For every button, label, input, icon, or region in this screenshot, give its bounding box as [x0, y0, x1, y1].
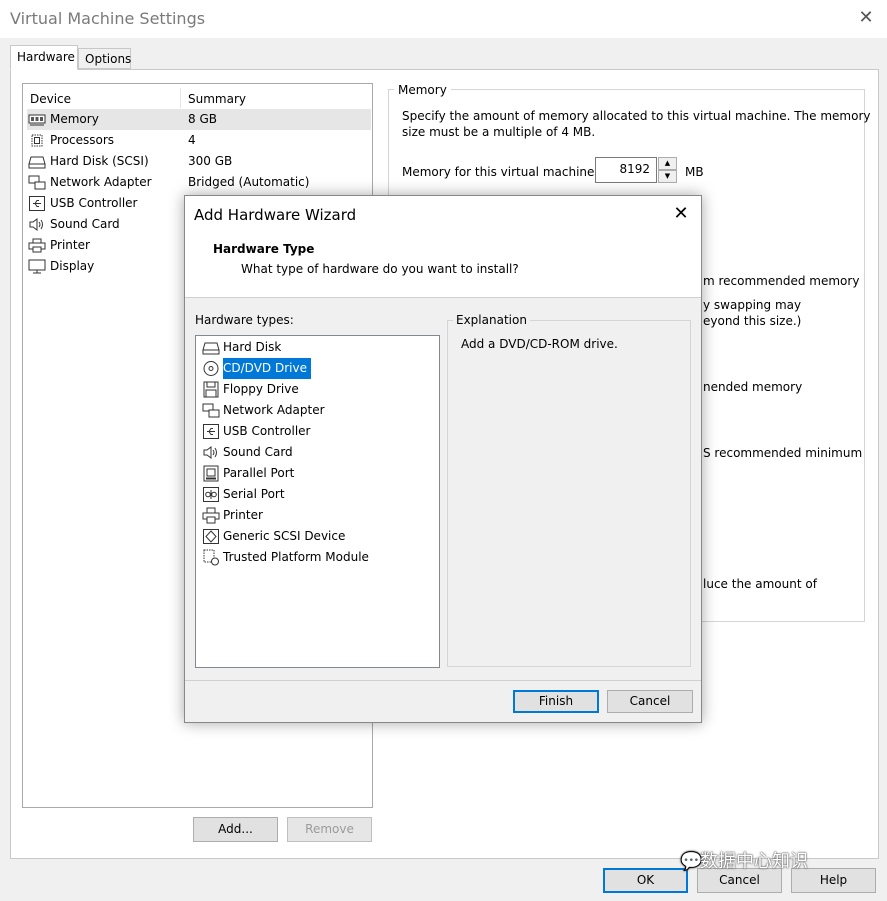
close-icon[interactable]: ✕ [667, 202, 695, 226]
memory-text-fragment: luce the amount of [703, 577, 817, 591]
memory-group-label: Memory [394, 83, 451, 97]
memory-text-fragment: m recommended memory [703, 274, 860, 288]
serial-port-icon [203, 487, 219, 502]
printer-icon [28, 238, 46, 253]
list-item-label: Floppy Drive [223, 382, 299, 396]
memory-text-fragment: S recommended minimum [703, 446, 863, 460]
memory-field-label: Memory for this virtual machine: [402, 165, 599, 179]
usb-controller-icon [203, 424, 219, 439]
column-header-summary[interactable]: Summary [188, 92, 246, 106]
dialog-title: Add Hardware Wizard [194, 206, 357, 224]
parallel-port-icon [203, 465, 219, 482]
list-item-label: Printer [223, 508, 263, 522]
explanation-text: Add a DVD/CD-ROM drive. [461, 337, 618, 351]
watermark-text: 数据中心知识 [700, 851, 808, 872]
list-item-label: Network Adapter [223, 403, 325, 417]
add-hardware-button[interactable]: Add... [193, 817, 278, 842]
device-name: Network Adapter [50, 175, 152, 189]
floppy-icon [203, 381, 219, 398]
list-item-label: Hard Disk [223, 340, 282, 354]
window-title: Virtual Machine Settings [10, 9, 206, 28]
hardware-types-label: Hardware types: [195, 313, 294, 327]
memory-text-fragment: nended memory [703, 380, 803, 394]
spin-down-icon[interactable]: ▼ [658, 170, 677, 183]
explanation-label: Explanation [453, 313, 530, 327]
list-item-label: Generic SCSI Device [223, 529, 346, 543]
device-row-memory[interactable]: Memory 8 GB [27, 109, 371, 130]
list-item-label: Parallel Port [223, 466, 295, 480]
network-adapter-icon [28, 175, 46, 190]
wechat-icon: 💬 [680, 851, 703, 872]
device-row-network-adapter[interactable]: Network Adapter Bridged (Automatic) [27, 172, 371, 193]
memory-unit-label: MB [685, 165, 704, 179]
memory-icon [28, 114, 46, 126]
display-icon [28, 259, 46, 274]
dialog-question: What type of hardware do you want to ins… [241, 262, 519, 276]
list-item-label: Sound Card [223, 445, 293, 459]
device-name: Display [50, 259, 95, 273]
column-divider [180, 88, 181, 108]
add-hardware-dialog: Add Hardware Wizard ✕ Hardware Type What… [184, 195, 702, 723]
ok-button[interactable]: OK [603, 868, 688, 893]
memory-size-input[interactable]: 8192 [595, 157, 657, 183]
scsi-device-icon [203, 529, 219, 544]
list-item-label: Trusted Platform Module [223, 550, 369, 564]
device-summary: 300 GB [188, 154, 233, 168]
device-name: USB Controller [50, 196, 138, 210]
processor-icon [31, 134, 43, 147]
spin-up-icon[interactable]: ▲ [658, 157, 677, 170]
device-summary: Bridged (Automatic) [188, 175, 310, 189]
memory-description-line-1: Specify the amount of memory allocated t… [402, 109, 871, 123]
finish-button[interactable]: Finish [513, 690, 599, 713]
close-icon[interactable]: ✕ [852, 4, 880, 32]
dialog-cancel-button[interactable]: Cancel [607, 690, 693, 713]
list-item-label: CD/DVD Drive [223, 358, 311, 379]
column-header-device[interactable]: Device [30, 92, 71, 106]
list-item-label: USB Controller [223, 424, 311, 438]
device-name: Processors [50, 133, 115, 147]
tab-options[interactable]: Options [78, 48, 131, 69]
remove-hardware-button[interactable]: Remove [287, 817, 372, 842]
device-row-processors[interactable]: Processors 4 [27, 130, 371, 151]
device-name: Memory [50, 112, 99, 126]
tab-hardware[interactable]: Hardware [10, 45, 78, 70]
device-summary: 4 [188, 133, 196, 147]
dialog-heading: Hardware Type [213, 242, 315, 256]
memory-text-fragment: eyond this size.) [703, 314, 802, 328]
tpm-icon [203, 549, 219, 566]
hard-disk-icon [202, 342, 220, 355]
divider [185, 680, 701, 681]
device-summary: 8 GB [188, 112, 217, 126]
memory-text-fragment: y swapping may [703, 298, 802, 312]
watermark: 💬数据中心知识 [680, 847, 808, 873]
cd-dvd-icon [203, 361, 219, 376]
list-item-label: Serial Port [223, 487, 285, 501]
hardware-types-list[interactable]: Hard Disk CD/DVD Drive Floppy Drive Netw… [195, 335, 440, 668]
network-adapter-icon [202, 403, 220, 418]
explanation-group [447, 320, 691, 667]
printer-icon [202, 507, 220, 524]
device-name: Hard Disk (SCSI) [50, 154, 149, 168]
usb-controller-icon [29, 196, 45, 211]
sound-card-icon [29, 218, 43, 231]
device-name: Printer [50, 238, 90, 252]
device-name: Sound Card [50, 217, 120, 231]
hard-disk-icon [28, 156, 46, 169]
memory-description-line-2: size must be a multiple of 4 MB. [402, 125, 596, 139]
device-row-hard-disk[interactable]: Hard Disk (SCSI) 300 GB [27, 151, 371, 172]
sound-card-icon [203, 446, 217, 459]
